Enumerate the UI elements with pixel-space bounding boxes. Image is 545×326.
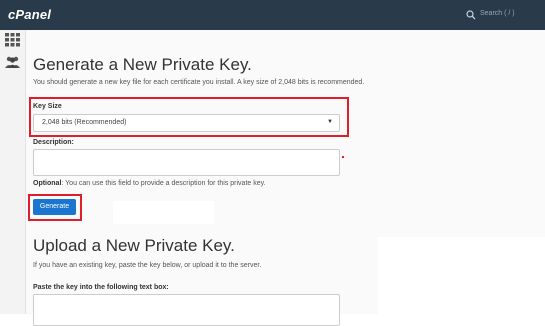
description-textarea[interactable]: [33, 149, 340, 176]
generate-title: Generate a New Private Key.: [33, 55, 252, 74]
grid-icon[interactable]: [5, 33, 20, 47]
required-marker: [342, 156, 344, 158]
blank-area: [113, 201, 214, 224]
upload-title: Upload a New Private Key.: [33, 236, 235, 255]
sidebar: [0, 30, 26, 314]
search-box[interactable]: Search ( / ): [466, 9, 541, 22]
blank-area: [378, 237, 545, 314]
users-icon[interactable]: [5, 55, 20, 69]
generate-intro: You should generate a new key file for e…: [33, 79, 365, 86]
optional-label: Optional: [33, 180, 62, 187]
optional-help-text: : You can use this field to provide a de…: [61, 180, 266, 187]
generate-button-highlight: [28, 194, 82, 221]
description-label: Description:: [33, 139, 74, 146]
paste-key-textarea[interactable]: [33, 294, 340, 326]
search-input[interactable]: Search ( / ): [480, 10, 515, 17]
search-icon: [466, 10, 476, 20]
upload-intro: If you have an existing key, paste the k…: [33, 262, 262, 269]
cpanel-logo[interactable]: cPanel: [8, 7, 51, 22]
optional-help: Optional: You can use this field to prov…: [33, 180, 266, 187]
key-size-highlight: [29, 97, 349, 137]
top-navbar: cPanel Search ( / ): [0, 0, 545, 30]
paste-key-label: Paste the key into the following text bo…: [33, 284, 169, 291]
